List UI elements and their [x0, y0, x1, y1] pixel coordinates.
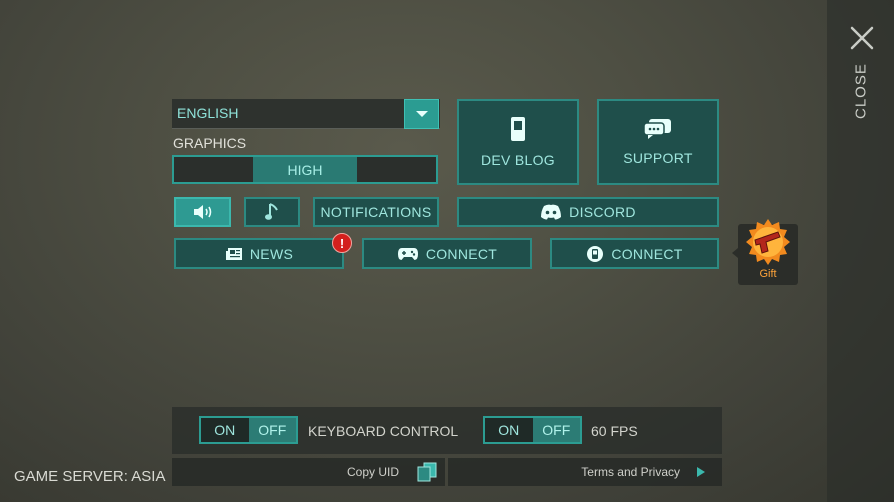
- music-toggle-button[interactable]: [244, 197, 300, 227]
- fps-toggle[interactable]: ON OFF: [483, 416, 582, 444]
- language-select[interactable]: ENGLISH: [172, 99, 440, 129]
- connect-gamepad-label: CONNECT: [425, 245, 498, 262]
- fps-label: 60 FPS: [591, 423, 638, 439]
- gift-label: Gift: [759, 268, 777, 280]
- gift-badge-icon: [744, 218, 792, 266]
- keyboard-control-label: KEYBOARD CONTROL: [308, 423, 459, 439]
- close-label[interactable]: CLOSE: [836, 63, 886, 119]
- news-button[interactable]: NEWS: [174, 238, 344, 269]
- support-button[interactable]: SUPPORT: [597, 99, 719, 185]
- keyboard-control-toggle[interactable]: ON OFF: [199, 416, 298, 444]
- notifications-button[interactable]: NOTIFICATIONS: [313, 197, 439, 227]
- newspaper-icon: [225, 247, 243, 261]
- copy-icon: [417, 462, 437, 482]
- fps-off-option[interactable]: OFF: [532, 418, 580, 442]
- play-arrow-icon: [696, 466, 706, 478]
- dev-blog-button[interactable]: DEV BLOG: [457, 99, 579, 185]
- chevron-down-icon[interactable]: [404, 99, 439, 129]
- dev-blog-label: DEV BLOG: [481, 152, 555, 168]
- copy-uid-label: Copy UID: [346, 465, 399, 479]
- notifications-label: NOTIFICATIONS: [320, 204, 432, 220]
- speaker-icon: [193, 205, 213, 219]
- graphics-option-low[interactable]: [174, 157, 253, 182]
- language-value: ENGLISH: [177, 105, 239, 121]
- connect-gamepad-button[interactable]: CONNECT: [362, 238, 532, 269]
- gamepad-icon: [397, 247, 419, 261]
- copy-uid-button[interactable]: Copy UID: [172, 458, 445, 486]
- graphics-quality-selector[interactable]: HIGH: [172, 155, 438, 184]
- discord-label: DISCORD: [569, 204, 636, 220]
- phone-connect-icon: [586, 245, 604, 263]
- keyboard-on-option[interactable]: ON: [201, 418, 249, 442]
- support-label: SUPPORT: [623, 150, 693, 166]
- keyboard-off-option[interactable]: OFF: [248, 418, 296, 442]
- music-note-icon: [265, 203, 279, 221]
- discord-icon: [540, 204, 562, 220]
- news-label: NEWS: [249, 245, 294, 262]
- gift-pointer: [732, 248, 738, 258]
- game-server-label: GAME SERVER: ASIA: [14, 468, 166, 485]
- fps-on-option[interactable]: ON: [485, 418, 533, 442]
- sound-toggle-button[interactable]: [174, 197, 231, 227]
- terms-privacy-button[interactable]: Terms and Privacy: [448, 458, 722, 486]
- graphics-label: GRAPHICS: [173, 135, 247, 151]
- graphics-option-high[interactable]: HIGH: [253, 157, 357, 182]
- news-alert-badge: !: [332, 233, 352, 253]
- graphics-option-ultra[interactable]: [357, 157, 436, 182]
- close-icon[interactable]: [848, 24, 876, 52]
- connect-phone-button[interactable]: CONNECT: [550, 238, 719, 269]
- terms-label: Terms and Privacy: [581, 465, 680, 479]
- discord-button[interactable]: DISCORD: [457, 197, 719, 227]
- connect-phone-label: CONNECT: [611, 245, 683, 262]
- chat-icon: [643, 118, 673, 140]
- phone-icon: [510, 116, 526, 142]
